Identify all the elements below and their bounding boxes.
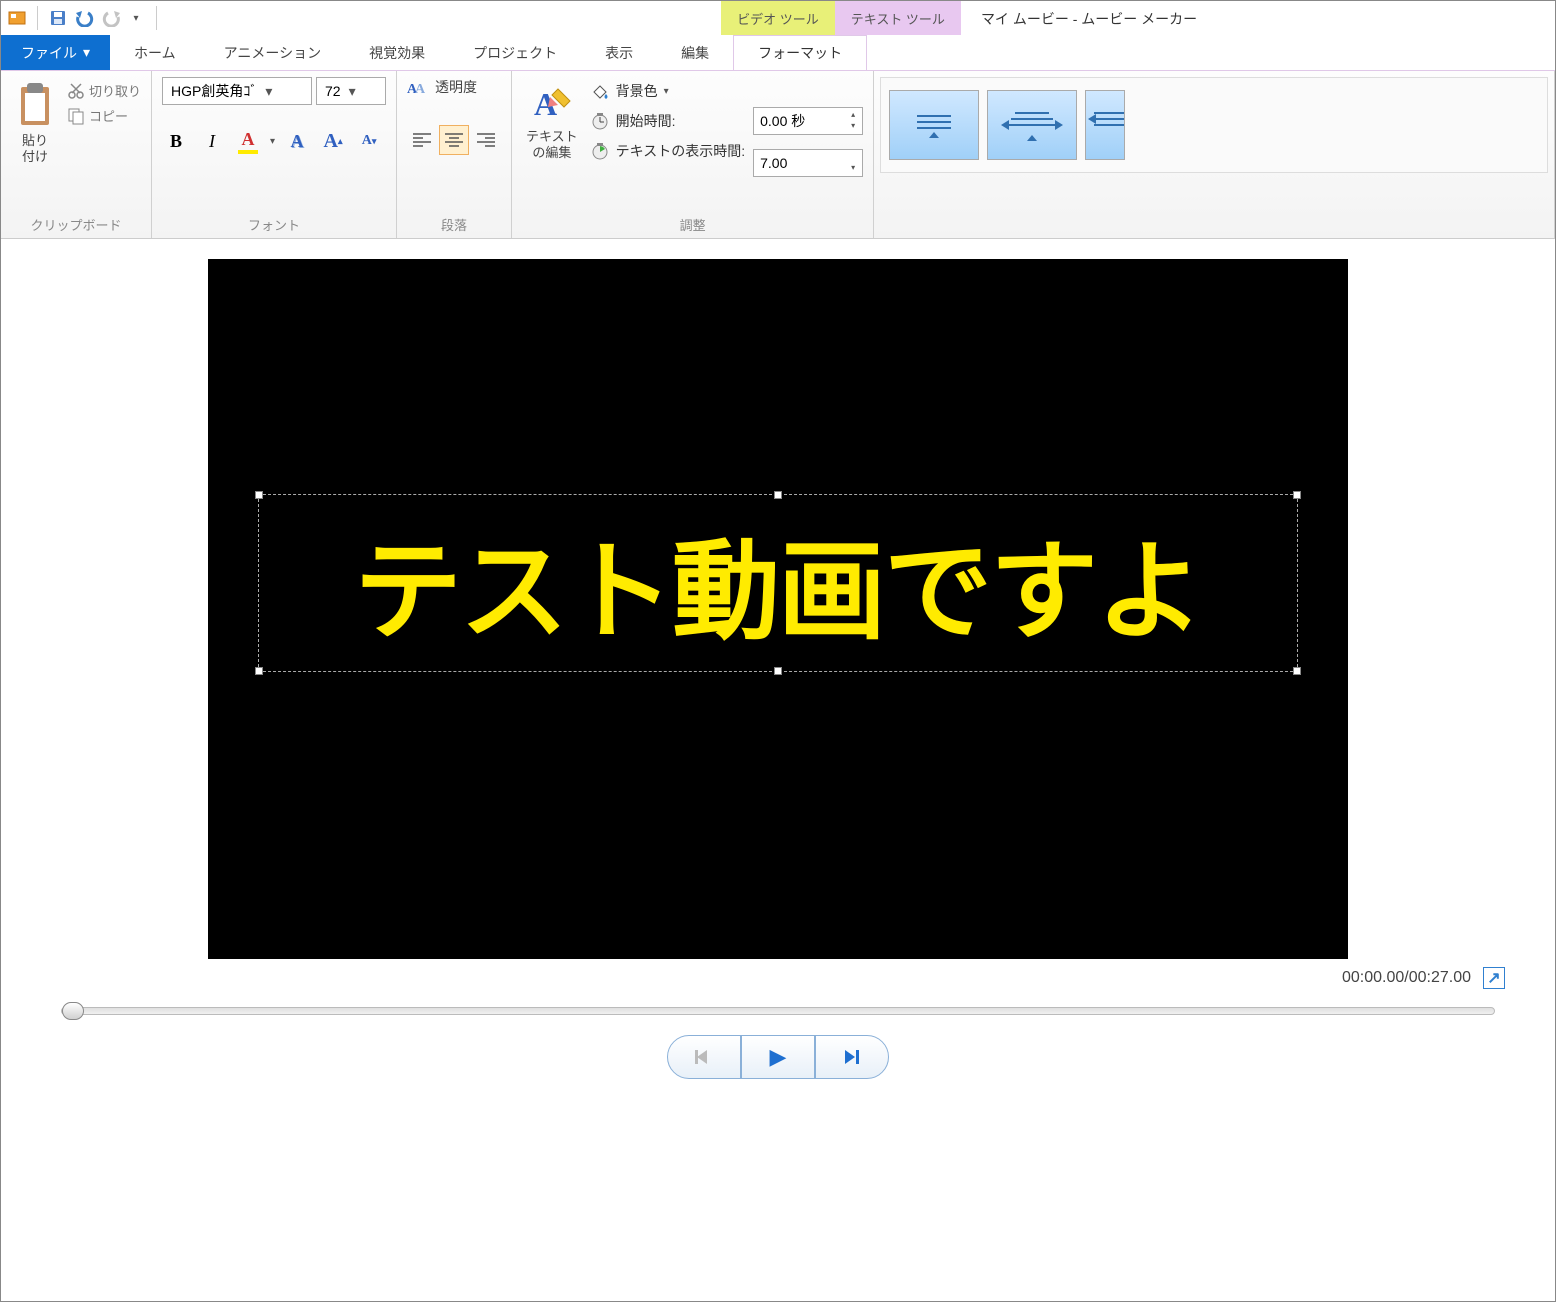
transparency-button[interactable]: AA 透明度 bbox=[407, 77, 477, 97]
fullscreen-button[interactable]: ↗ bbox=[1483, 967, 1505, 989]
effect-2[interactable] bbox=[987, 90, 1077, 160]
paste-button[interactable]: 貼り 付け bbox=[11, 77, 59, 168]
align-left-button[interactable] bbox=[407, 125, 437, 155]
group-font-label: フォント bbox=[162, 211, 386, 234]
italic-button[interactable]: I bbox=[198, 127, 226, 155]
tab-format[interactable]: フォーマット bbox=[733, 35, 867, 70]
tab-home[interactable]: ホーム bbox=[110, 35, 200, 70]
overlay-text[interactable]: テスト動画ですよ bbox=[279, 505, 1277, 661]
group-clipboard-label: クリップボード bbox=[11, 211, 141, 234]
scissors-icon bbox=[67, 82, 85, 100]
context-tab-text[interactable]: テキスト ツール bbox=[835, 1, 961, 35]
effect-1[interactable] bbox=[889, 90, 979, 160]
copy-icon bbox=[67, 107, 85, 125]
start-time-label: 開始時間: bbox=[616, 111, 676, 131]
font-color-button[interactable]: A bbox=[234, 127, 262, 155]
play-button[interactable]: ▶ bbox=[741, 1035, 815, 1079]
context-tab-video[interactable]: ビデオ ツール bbox=[721, 1, 835, 35]
clipboard-icon bbox=[15, 81, 55, 129]
qat-dropdown-icon[interactable]: ▾ bbox=[126, 8, 146, 28]
redo-icon[interactable] bbox=[100, 8, 120, 28]
grow-font-button[interactable]: A▴ bbox=[319, 127, 347, 155]
clock-green-icon bbox=[590, 141, 610, 161]
undo-icon[interactable] bbox=[74, 8, 94, 28]
save-icon[interactable] bbox=[48, 8, 68, 28]
align-center-button[interactable] bbox=[439, 125, 469, 155]
bold-button[interactable]: B bbox=[162, 127, 190, 155]
shrink-font-button[interactable]: A▾ bbox=[355, 127, 383, 155]
tab-file[interactable]: ファイル▾ bbox=[1, 35, 110, 70]
tab-visual[interactable]: 視覚効果 bbox=[345, 35, 449, 70]
tab-view[interactable]: 表示 bbox=[581, 35, 657, 70]
window-title: マイ ムービー - ムービー メーカー bbox=[961, 1, 1555, 35]
prev-frame-button[interactable] bbox=[667, 1035, 741, 1079]
duration-input[interactable]: 7.00 ▴▾ bbox=[753, 149, 863, 177]
tab-edit[interactable]: 編集 bbox=[657, 35, 733, 70]
clock-icon bbox=[590, 111, 610, 131]
font-name-select[interactable]: HGP創英角ｺﾞ▾ bbox=[162, 77, 312, 105]
bgcolor-button[interactable]: 背景色 ▾ bbox=[590, 81, 745, 101]
time-display: 00:00.00/00:27.00 bbox=[1342, 969, 1471, 987]
tab-animation[interactable]: アニメーション bbox=[200, 35, 345, 70]
transparency-icon: AA bbox=[407, 77, 429, 97]
group-adjust-label: 調整 bbox=[522, 211, 863, 234]
slider-thumb[interactable] bbox=[62, 1002, 84, 1020]
outline-button[interactable]: A bbox=[283, 127, 311, 155]
app-icon bbox=[7, 8, 27, 28]
edit-text-button[interactable]: A テキスト の編集 bbox=[522, 77, 582, 164]
text-overlay-box[interactable]: テスト動画ですよ bbox=[258, 494, 1298, 672]
start-time-input[interactable]: 0.00 秒 ▴▾ bbox=[753, 107, 863, 135]
timeline-slider[interactable] bbox=[61, 1007, 1495, 1015]
group-paragraph-label: 段落 bbox=[407, 211, 501, 234]
effect-3[interactable] bbox=[1085, 90, 1125, 160]
cut-button[interactable]: 切り取り bbox=[67, 81, 141, 100]
video-preview[interactable]: テスト動画ですよ bbox=[208, 259, 1348, 959]
align-right-button[interactable] bbox=[471, 125, 501, 155]
duration-label: テキストの表示時間: bbox=[616, 141, 745, 161]
copy-button[interactable]: コピー bbox=[67, 106, 141, 125]
svg-text:A: A bbox=[415, 82, 426, 97]
font-size-select[interactable]: 72▾ bbox=[316, 77, 386, 105]
tab-project[interactable]: プロジェクト bbox=[449, 35, 581, 70]
next-frame-button[interactable] bbox=[815, 1035, 889, 1079]
edit-text-icon: A bbox=[530, 81, 574, 125]
paint-bucket-icon bbox=[590, 82, 610, 100]
effects-gallery[interactable] bbox=[880, 77, 1548, 173]
